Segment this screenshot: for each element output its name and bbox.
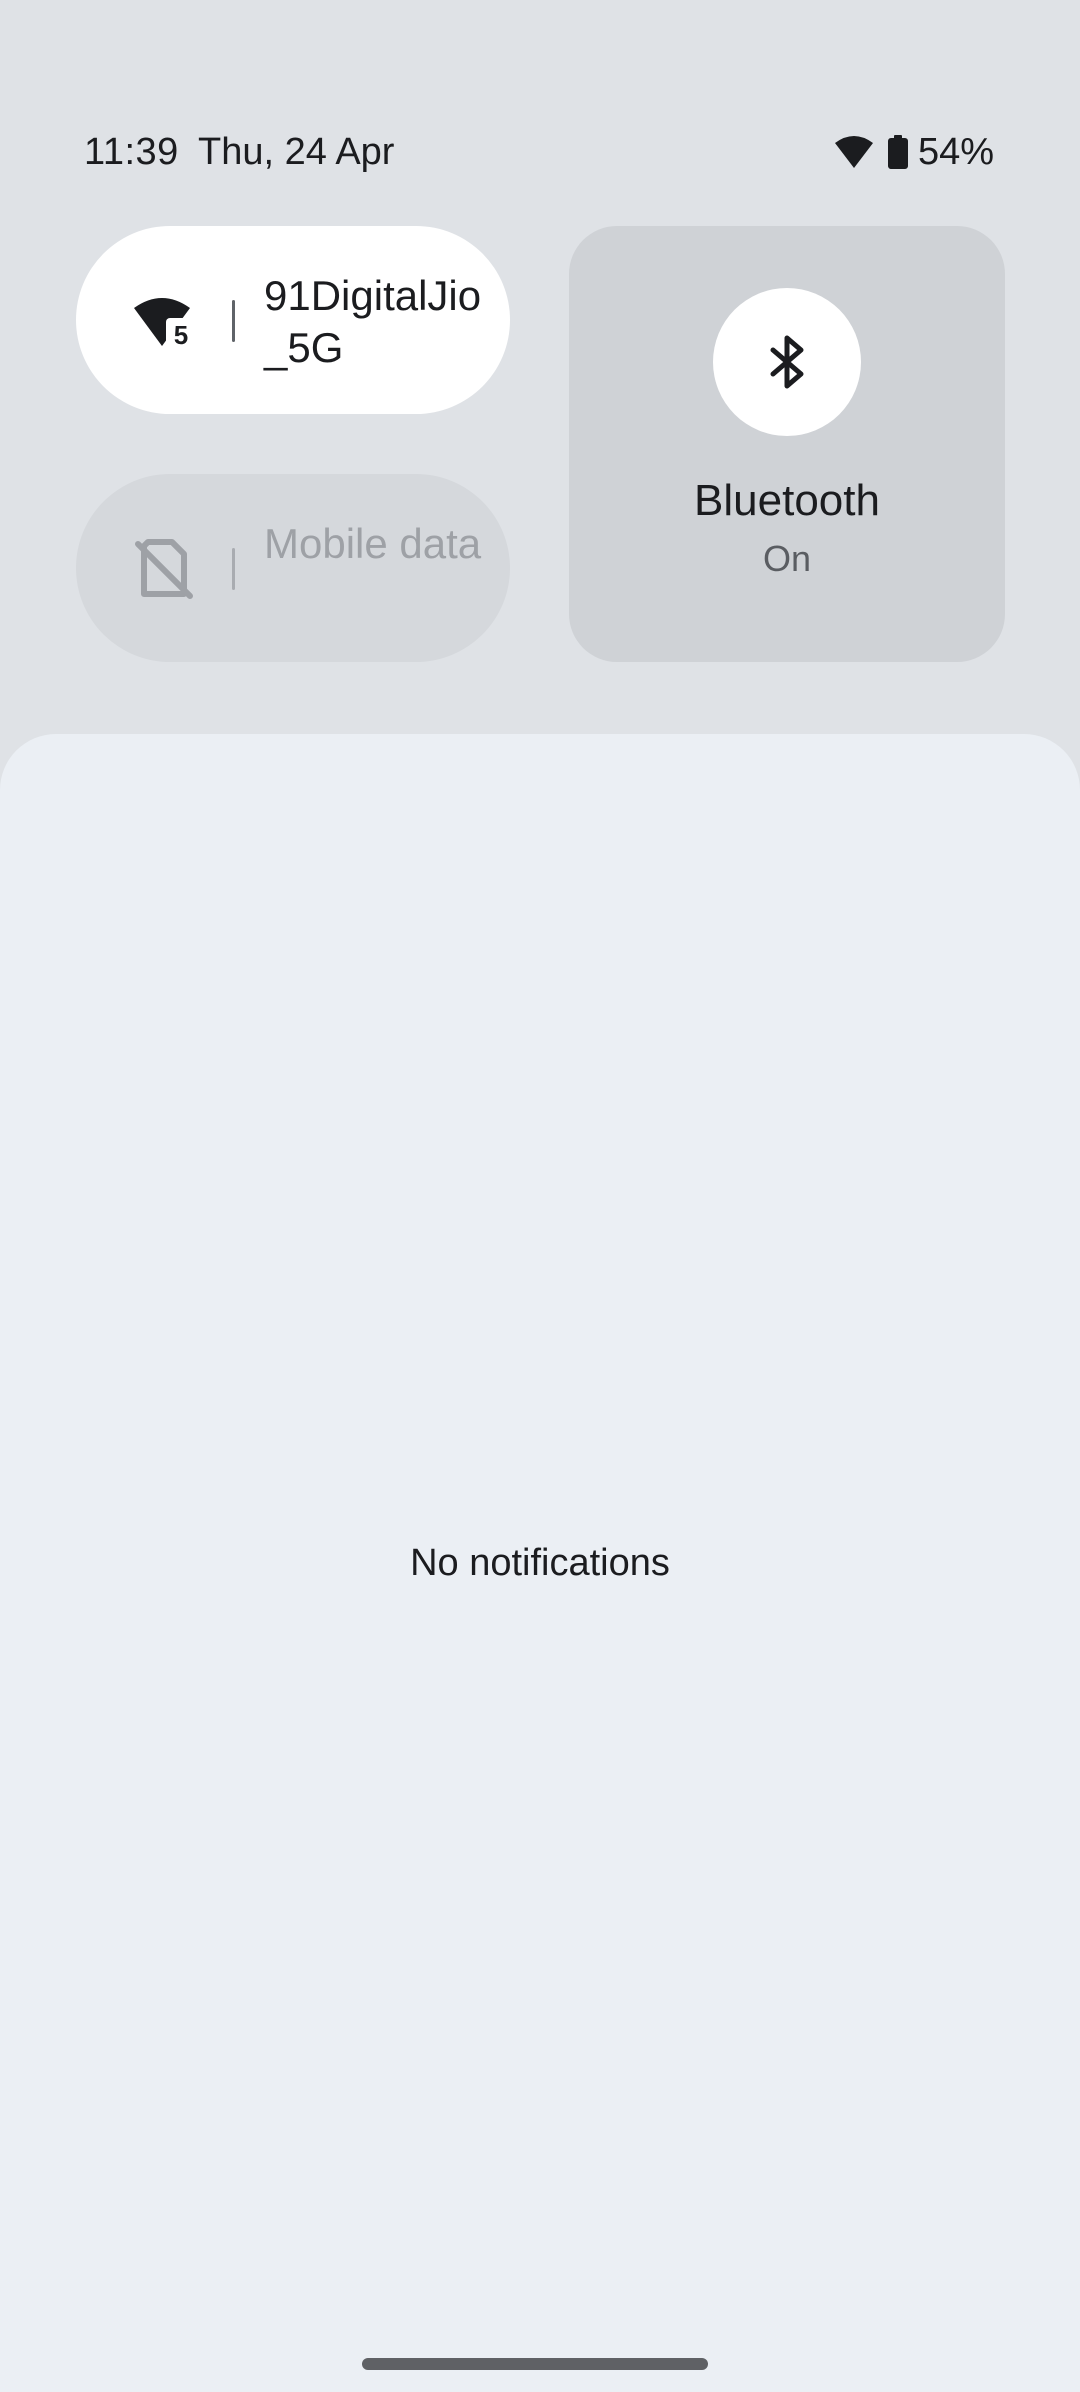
wifi-network-name: 91DigitalJio_5G (264, 272, 482, 371)
status-indicators: 54% (834, 128, 994, 176)
battery-icon (887, 135, 908, 169)
tile-separator (232, 548, 235, 590)
mobile-data-tile[interactable]: Mobile data (76, 474, 510, 662)
status-date: Thu, 24 Apr (198, 131, 395, 173)
navigation-handle[interactable] (362, 2358, 708, 2370)
status-bar: 11:39 Thu, 24 Apr 54% (0, 0, 1080, 200)
bluetooth-state: On (762, 538, 812, 579)
battery-percentage: 54% (917, 131, 994, 173)
wifi-tile[interactable]: 5 91DigitalJio_5G (76, 226, 510, 414)
wifi-icon (834, 136, 873, 168)
bluetooth-icon (770, 335, 804, 389)
mobile-data-label: Mobile data (264, 520, 482, 567)
empty-notifications-text: No notifications (410, 1542, 670, 1584)
wifi-badge: 5 (174, 320, 188, 350)
bluetooth-toggle[interactable] (713, 288, 861, 436)
notification-panel: No notifications (0, 734, 1080, 2392)
bluetooth-label: Bluetooth (694, 476, 880, 525)
bluetooth-tile[interactable]: Bluetooth On (569, 226, 1005, 662)
tile-separator (232, 300, 235, 342)
status-time: 11:39 (84, 131, 179, 173)
no-sim-icon (135, 539, 193, 599)
wifi-5-icon: 5 (134, 298, 196, 350)
